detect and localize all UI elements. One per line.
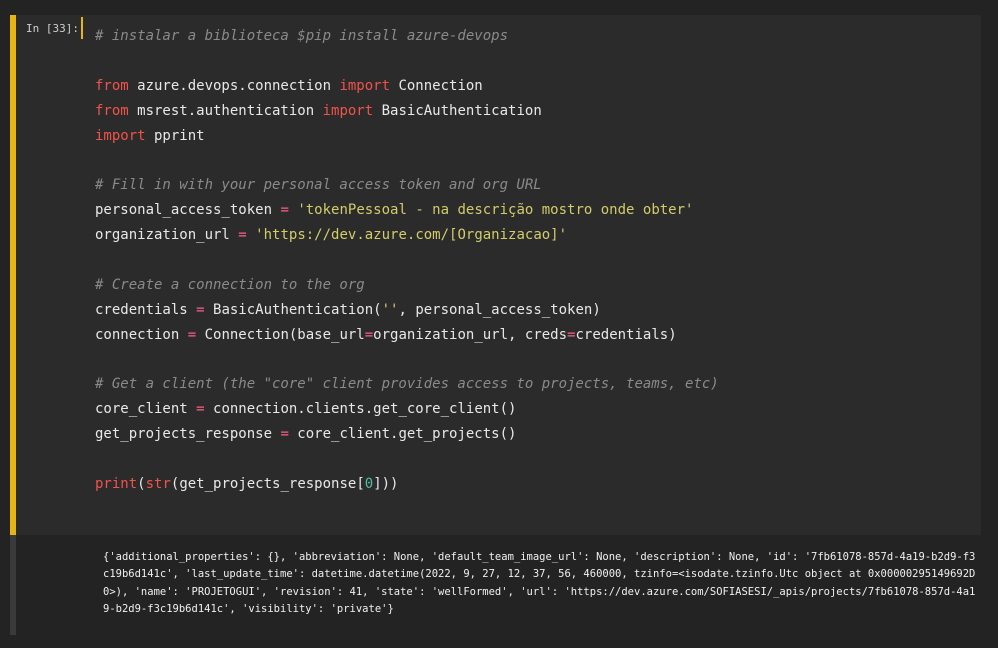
- code-token: 'tokenPessoal - na descrição mostro onde…: [297, 202, 694, 219]
- code-line: connection = Connection(base_url=organiz…: [95, 323, 719, 348]
- code-token: =: [196, 301, 205, 318]
- code-token: get_projects_response: [95, 426, 281, 443]
- code-token: # Create a connection to the org: [95, 276, 365, 293]
- code-token: # Get a client (the "core" client provid…: [95, 376, 719, 393]
- output-line: 0>), 'name': 'PROJETOGUI', 'revision': 4…: [103, 585, 976, 598]
- code-token: Connection(base_url: [196, 326, 365, 343]
- code-line: credentials = BasicAuthentication('', pe…: [95, 298, 719, 323]
- code-token: pprint: [145, 127, 205, 144]
- code-token: organization_url: [95, 227, 239, 244]
- code-token: from: [95, 77, 129, 94]
- code-token: BasicAuthentication(: [204, 301, 382, 318]
- code-token: # Fill in with your personal access toke…: [95, 177, 542, 194]
- code-token: import: [95, 127, 146, 144]
- code-token: 'https://dev.azure.com/[Organizacao]': [255, 227, 568, 244]
- output-line: {'additional_properties': {}, 'abbreviat…: [103, 551, 976, 563]
- code-token: core_client: [95, 401, 197, 418]
- output-collapse-bar[interactable]: [10, 535, 16, 635]
- code-token: =: [280, 202, 289, 219]
- code-token: azure.devops.connection: [128, 77, 340, 94]
- active-cell-indicator: [10, 15, 16, 535]
- code-token: core_client.get_projects(): [288, 426, 517, 443]
- code-token: =: [364, 326, 374, 343]
- code-editor[interactable]: # instalar a biblioteca $pip install azu…: [95, 24, 719, 497]
- code-line: organization_url = 'https://dev.azure.co…: [95, 223, 719, 248]
- notebook-page: In [33]: # instalar a biblioteca $pip in…: [0, 0, 998, 648]
- code-token: msrest.authentication: [128, 102, 323, 119]
- code-line: from azure.devops.connection import Conn…: [95, 74, 719, 99]
- code-token: import: [339, 77, 391, 94]
- input-cursor: [81, 17, 83, 39]
- code-line: # Create a connection to the org: [95, 273, 719, 298]
- code-token: (get_projects_response[: [170, 476, 365, 493]
- code-line: print(str(get_projects_response[0])): [95, 472, 719, 497]
- code-token: import: [322, 102, 374, 119]
- code-line: from msrest.authentication import BasicA…: [95, 99, 719, 124]
- code-token: personal_access_token: [95, 202, 281, 219]
- code-line: # instalar a biblioteca $pip install azu…: [95, 24, 719, 49]
- code-line: personal_access_token = 'tokenPessoal - …: [95, 198, 719, 223]
- code-token: # instalar a biblioteca $pip install azu…: [95, 28, 509, 44]
- code-line: get_projects_response = core_client.get_…: [95, 422, 719, 447]
- output-line: c19b6d141c', 'last_update_time': datetim…: [103, 568, 976, 581]
- code-token: BasicAuthentication: [373, 102, 542, 119]
- code-token: =: [196, 401, 205, 418]
- code-line: # Fill in with your personal access toke…: [95, 173, 719, 198]
- code-token: print: [95, 476, 138, 493]
- code-token: Connection: [390, 77, 483, 94]
- code-token: 0: [364, 476, 374, 493]
- code-token: (: [137, 476, 146, 493]
- code-token: =: [187, 326, 197, 343]
- code-token: =: [280, 426, 289, 443]
- code-token: organization_url, creds: [373, 326, 568, 343]
- code-token: ])): [373, 476, 399, 493]
- code-token: from: [95, 102, 129, 119]
- code-line: # Get a client (the "core" client provid…: [95, 372, 719, 397]
- cell-output: {'additional_properties': {}, 'abbreviat…: [103, 549, 976, 618]
- execution-count-prompt: In [33]:: [26, 22, 79, 35]
- code-token: '': [381, 301, 399, 318]
- code-token: =: [238, 227, 247, 244]
- code-token: credentials: [95, 301, 197, 318]
- code-token: connection: [95, 326, 188, 343]
- code-token: , personal_access_token): [398, 301, 601, 318]
- code-token: credentials): [575, 326, 677, 343]
- code-token: str: [145, 476, 171, 493]
- code-line: core_client = connection.clients.get_cor…: [95, 397, 719, 422]
- output-line: 9-b2d9-f3c19b6d141c', 'visibility': 'pri…: [103, 602, 394, 615]
- code-token: connection.clients.get_core_client(): [204, 401, 517, 418]
- code-line: import pprint: [95, 124, 719, 149]
